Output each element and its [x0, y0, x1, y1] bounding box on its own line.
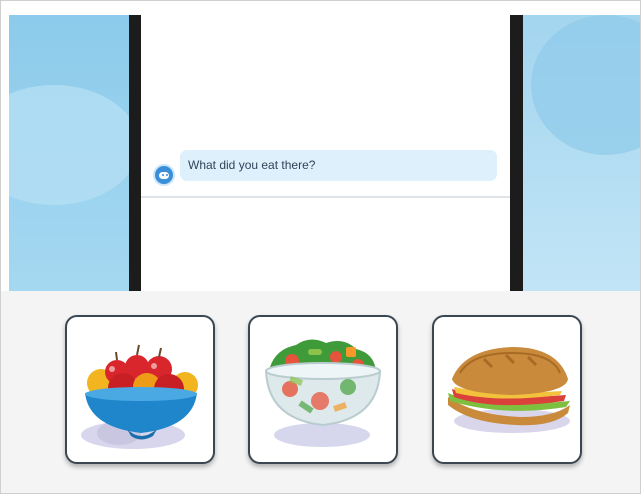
sky-background-left	[9, 15, 139, 291]
answer-card-salad-bowl[interactable]	[248, 315, 398, 464]
chat-panel: What did you eat there?	[141, 15, 510, 291]
answer-card-sandwich[interactable]	[432, 315, 582, 464]
sky-background-right	[523, 15, 640, 291]
salad-bowl-icon	[264, 339, 382, 447]
fruit-bowl-icon	[81, 344, 198, 449]
sandwich-icon	[448, 347, 570, 433]
screen-bezel-right	[510, 15, 523, 291]
scene-stage: What did you eat there?	[9, 15, 640, 291]
chat-message-bubble: What did you eat there?	[180, 150, 497, 181]
robot-icon	[153, 164, 175, 186]
screen-bezel-left	[129, 15, 141, 291]
chat-divider	[141, 196, 510, 198]
app-frame: What did you eat there?	[0, 0, 641, 494]
answer-tray	[1, 291, 640, 493]
answer-card-fruit-bowl[interactable]	[65, 315, 215, 464]
